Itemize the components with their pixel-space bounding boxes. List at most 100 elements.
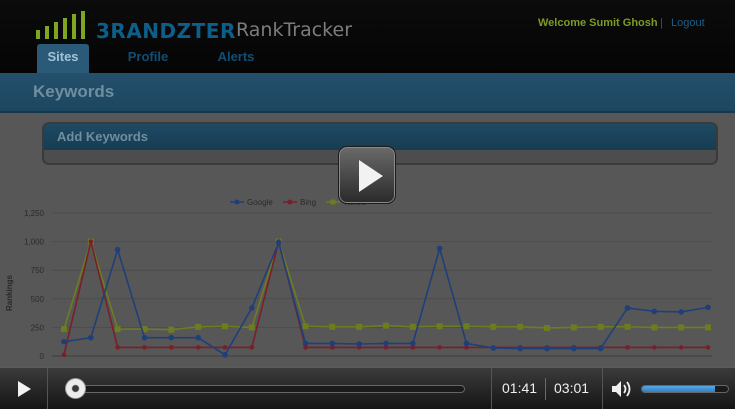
panel-title: Add Keywords	[57, 129, 149, 144]
page-title: Keywords	[33, 82, 115, 101]
data-point	[570, 324, 577, 331]
data-point	[625, 345, 630, 350]
data-point	[571, 345, 577, 352]
current-time: 01:41	[502, 380, 538, 396]
data-point	[705, 345, 711, 350]
data-point	[88, 239, 94, 244]
speaker-icon[interactable]	[610, 378, 634, 400]
data-point	[705, 304, 711, 311]
data-point	[329, 323, 336, 330]
data-point	[222, 352, 228, 358]
data-point	[383, 340, 389, 347]
data-point	[141, 334, 148, 341]
y-tick-label: 1,250	[24, 209, 45, 218]
data-point	[517, 323, 524, 330]
logo-signal-icon	[36, 11, 92, 39]
data-point	[624, 323, 631, 330]
data-point	[678, 309, 684, 315]
legend-marker	[287, 199, 293, 205]
data-point	[61, 326, 67, 333]
data-point	[409, 323, 416, 330]
brand-product-name: RankTracker	[236, 19, 353, 41]
data-point	[142, 345, 147, 350]
data-point	[705, 324, 711, 331]
welcome-message: Welcome Sumit Ghosh	[538, 17, 658, 29]
volume-level	[642, 386, 716, 392]
y-axis-label: Rankings	[5, 274, 14, 311]
rankings-chart: 0 250 500 750 1,000 1,250 Rankings Google Bing…	[5, 198, 712, 361]
data-point	[410, 340, 416, 347]
chart-series	[61, 238, 711, 358]
data-point	[436, 323, 443, 330]
data-point	[624, 305, 631, 311]
big-play-button[interactable]	[338, 146, 396, 204]
data-point	[222, 345, 228, 350]
y-tick-label: 1,000	[24, 238, 45, 247]
tab-alerts[interactable]: Alerts	[206, 44, 266, 74]
series-line	[63, 238, 708, 331]
data-point	[383, 322, 389, 329]
legend-item-google[interactable]: Google	[230, 198, 273, 207]
legend-marker	[234, 199, 240, 205]
data-point	[356, 341, 362, 347]
data-point	[115, 345, 120, 350]
data-point	[329, 340, 336, 347]
logout-link[interactable]: Logout	[671, 17, 705, 29]
data-point	[651, 308, 658, 315]
data-point	[436, 245, 443, 252]
legend-item-bing[interactable]: Bing	[283, 198, 316, 207]
play-icon	[18, 381, 31, 397]
y-tick-label: 500	[31, 295, 45, 304]
brand-logo-text: 3RANDZTER	[96, 19, 236, 43]
player-controls: 01:41 03:01	[0, 367, 735, 409]
legend-label: Google	[247, 198, 273, 207]
data-point	[652, 345, 657, 350]
y-axis: 0 250 500 750 1,000 1,250	[24, 209, 45, 361]
data-point	[248, 324, 255, 331]
app-header: 3RANDZTER RankTracker Welcome Sumit Ghos…	[0, 0, 735, 74]
header-separator: |	[660, 17, 663, 29]
data-point	[169, 345, 174, 350]
data-point	[275, 239, 282, 246]
data-point	[195, 334, 201, 341]
data-point	[88, 334, 94, 341]
series-yahoo	[61, 238, 711, 333]
data-point	[222, 323, 228, 330]
total-time: 03:01	[554, 380, 590, 396]
data-point	[195, 345, 201, 350]
data-point	[597, 323, 604, 330]
data-point	[168, 326, 175, 333]
data-point	[651, 324, 658, 331]
play-button[interactable]	[0, 368, 48, 409]
data-point	[437, 345, 442, 350]
video-player[interactable]: 3RANDZTER RankTracker Welcome Sumit Ghos…	[0, 0, 735, 409]
data-point	[302, 340, 309, 347]
legend-marker	[330, 199, 336, 205]
y-tick-label: 0	[40, 352, 45, 361]
data-point	[195, 323, 202, 330]
play-icon	[359, 160, 383, 192]
data-point	[678, 345, 684, 350]
data-point	[249, 305, 255, 311]
data-point	[544, 345, 550, 352]
seek-bar[interactable]	[65, 385, 465, 393]
time-display: 01:41 03:01	[491, 368, 603, 409]
data-point	[517, 345, 523, 352]
series-bing	[61, 239, 711, 358]
data-point	[61, 338, 67, 345]
tab-sites[interactable]: Sites	[37, 44, 89, 74]
chart-grid	[52, 212, 712, 357]
data-point	[463, 340, 470, 347]
data-point	[114, 246, 121, 253]
data-point	[597, 345, 604, 352]
data-point	[302, 323, 309, 330]
data-point	[678, 324, 685, 331]
y-tick-label: 750	[31, 266, 45, 275]
volume-slider[interactable]	[641, 385, 729, 393]
tab-profile[interactable]: Profile	[116, 44, 180, 74]
data-point	[168, 334, 175, 341]
data-point	[490, 345, 497, 351]
data-point	[463, 323, 470, 330]
y-tick-label: 250	[31, 323, 45, 332]
seek-handle[interactable]	[65, 378, 86, 399]
